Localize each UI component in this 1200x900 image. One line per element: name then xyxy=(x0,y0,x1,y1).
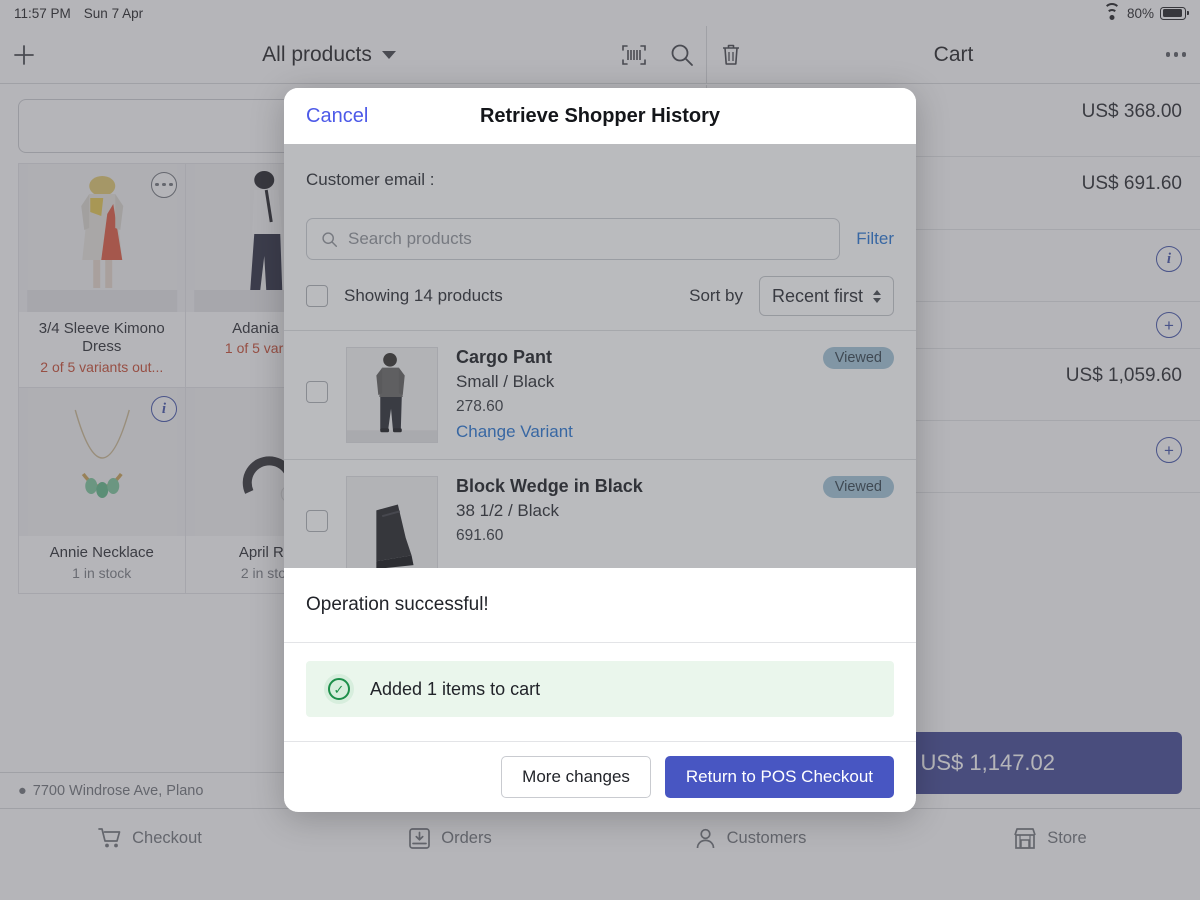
product-thumbnail: i xyxy=(19,388,186,536)
modal-body: Customer email : Search products Filter … xyxy=(284,144,916,812)
product-stock: 2 of 5 variants out... xyxy=(25,359,180,375)
success-footer: More changes Return to POS Checkout xyxy=(284,741,916,812)
status-badge: Viewed xyxy=(823,476,894,498)
item-variant: 38 1/2 / Black xyxy=(456,501,805,521)
sort-select-value: Recent first xyxy=(772,286,863,307)
product-stock: 1 in stock xyxy=(25,565,180,581)
status-badge: Viewed xyxy=(823,347,894,369)
product-name: 3/4 Sleeve Kimono Dress xyxy=(25,320,180,358)
products-filter-dropdown[interactable]: All products xyxy=(48,43,610,67)
product-thumbnail xyxy=(19,164,186,312)
shopping-cart-icon xyxy=(98,827,122,849)
customer-email-label: Customer email : xyxy=(284,144,916,190)
product-info-button[interactable]: i xyxy=(151,396,177,422)
cancel-button[interactable]: Cancel xyxy=(306,105,368,128)
tab-label: Orders xyxy=(441,829,491,848)
orders-inbox-icon xyxy=(408,827,431,850)
history-list-item[interactable]: Cargo Pant Small / Black 278.60 Change V… xyxy=(284,331,916,460)
cart-subtotal: US$ 1,059.60 xyxy=(1066,365,1182,387)
status-bar-time: 11:57 PM xyxy=(14,6,71,21)
search-icon xyxy=(321,231,338,248)
item-info: Block Wedge in Black 38 1/2 / Black 691.… xyxy=(456,476,805,545)
item-name: Cargo Pant xyxy=(456,347,805,368)
product-meta: 3/4 Sleeve Kimono Dress 2 of 5 variants … xyxy=(19,312,186,388)
item-price: 691.60 xyxy=(456,527,805,545)
item-info: Cargo Pant Small / Black 278.60 Change V… xyxy=(456,347,805,442)
product-card[interactable]: i Annie Necklace 1 in stock xyxy=(18,387,187,594)
item-thumbnail xyxy=(346,476,438,572)
tab-label: Store xyxy=(1047,829,1086,848)
plus-icon[interactable]: + xyxy=(1156,437,1182,463)
success-alert-text: Added 1 items to cart xyxy=(370,679,540,700)
store-location: 7700 Windrose Ave, Plano xyxy=(33,783,204,799)
retrieve-shopper-history-modal: Cancel Retrieve Shopper History Customer… xyxy=(284,88,916,812)
product-search-input[interactable]: Search products xyxy=(306,218,840,260)
item-checkbox[interactable] xyxy=(306,510,328,532)
modal-header: Cancel Retrieve Shopper History xyxy=(284,88,916,144)
tab-store[interactable]: Store xyxy=(900,809,1200,867)
item-price: 278.60 xyxy=(456,398,805,416)
sort-by-label: Sort by xyxy=(689,286,743,306)
location-pin-icon: ● xyxy=(18,783,27,799)
battery-percent: 80% xyxy=(1127,6,1154,21)
tab-customers[interactable]: Customers xyxy=(600,809,900,867)
more-changes-button[interactable]: More changes xyxy=(501,756,651,798)
info-icon[interactable]: i xyxy=(1156,246,1182,272)
wifi-icon xyxy=(1104,7,1121,20)
modal-list-toolbar: Showing 14 products Sort by Recent first xyxy=(284,260,916,331)
status-bar: 11:57 PM Sun 7 Apr 80% xyxy=(0,0,1200,26)
barcode-scan-icon[interactable] xyxy=(610,31,658,79)
return-to-pos-checkout-button[interactable]: Return to POS Checkout xyxy=(665,756,894,798)
bottom-tabbar: Checkout Orders Customers xyxy=(0,808,1200,900)
ellipsis-icon[interactable] xyxy=(1152,31,1200,79)
operation-success-sheet: Operation successful! ✓ Added 1 items to… xyxy=(284,568,916,812)
status-bar-date: Sun 7 Apr xyxy=(84,6,143,21)
tab-label: Customers xyxy=(727,829,807,848)
product-options-button[interactable] xyxy=(151,172,177,198)
sort-select[interactable]: Recent first xyxy=(759,276,894,316)
plus-icon[interactable]: + xyxy=(1156,312,1182,338)
success-alert: ✓ Added 1 items to cart xyxy=(306,661,894,717)
battery-icon xyxy=(1160,7,1186,20)
chevron-down-icon xyxy=(382,51,396,59)
product-name: Annie Necklace xyxy=(25,544,180,563)
cart-item-price: US$ 368.00 xyxy=(1082,101,1182,123)
tab-label: Checkout xyxy=(132,829,202,848)
select-all-checkbox[interactable] xyxy=(306,285,328,307)
search-icon[interactable] xyxy=(658,31,706,79)
filter-button[interactable]: Filter xyxy=(856,229,894,249)
products-filter-label: All products xyxy=(262,43,372,67)
add-product-button[interactable] xyxy=(0,31,48,79)
success-body: ✓ Added 1 items to cart xyxy=(284,643,916,741)
item-thumbnail xyxy=(346,347,438,443)
chevron-updown-icon xyxy=(873,290,881,303)
modal-search-row: Search products Filter xyxy=(284,190,916,260)
item-checkbox[interactable] xyxy=(306,381,328,403)
check-circle-icon: ✓ xyxy=(324,674,354,704)
modal-title: Retrieve Shopper History xyxy=(284,105,916,128)
cart-item-price: US$ 691.60 xyxy=(1082,173,1182,195)
tab-orders[interactable]: Orders xyxy=(300,809,600,867)
cart-toolbar: Cart xyxy=(707,26,1200,84)
products-toolbar: All products xyxy=(0,26,707,84)
product-meta: Annie Necklace 1 in stock xyxy=(19,536,186,593)
showing-count-label: Showing 14 products xyxy=(344,286,503,306)
tab-checkout[interactable]: Checkout xyxy=(0,809,300,867)
person-icon xyxy=(694,827,717,850)
storefront-icon xyxy=(1013,827,1037,850)
product-card[interactable]: 3/4 Sleeve Kimono Dress 2 of 5 variants … xyxy=(18,163,187,389)
pos-app-screen: 11:57 PM Sun 7 Apr 80% All products xyxy=(0,0,1200,900)
cart-title: Cart xyxy=(755,43,1152,67)
item-variant: Small / Black xyxy=(456,372,805,392)
change-variant-link[interactable]: Change Variant xyxy=(456,422,805,442)
trash-icon[interactable] xyxy=(707,31,755,79)
item-name: Block Wedge in Black xyxy=(456,476,805,497)
success-heading: Operation successful! xyxy=(284,568,916,643)
product-search-placeholder: Search products xyxy=(348,229,472,249)
